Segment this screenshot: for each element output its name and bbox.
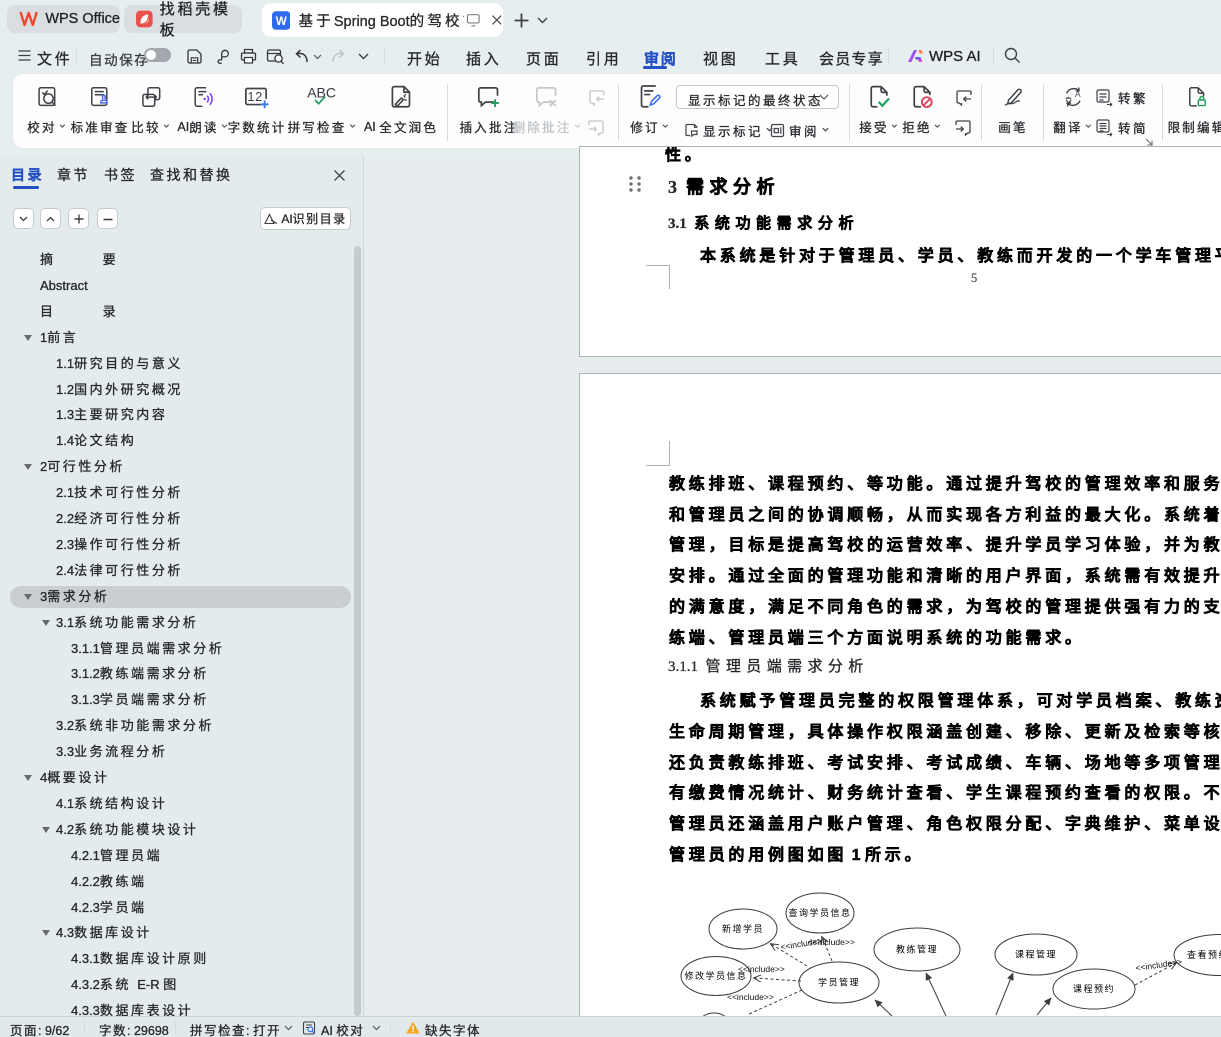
svg-text:ABC: ABC bbox=[308, 85, 337, 101]
svg-text:A: A bbox=[1075, 89, 1081, 99]
svg-text:查询学员信息: 查询学员信息 bbox=[788, 907, 851, 918]
svg-text:学员管理: 学员管理 bbox=[818, 977, 860, 988]
svg-text:12: 12 bbox=[248, 89, 263, 104]
svg-text:W: W bbox=[276, 14, 287, 27]
svg-text:查看预约: 查看预约 bbox=[1187, 949, 1221, 960]
svg-text:课程管理: 课程管理 bbox=[1015, 949, 1057, 960]
svg-text:<<include>>: <<include>> bbox=[727, 992, 774, 1002]
svg-text:教练管理: 教练管理 bbox=[896, 944, 938, 955]
svg-text:<<include>>: <<include>> bbox=[808, 937, 855, 947]
svg-text:<<include>>: <<include>> bbox=[738, 964, 785, 974]
svg-text:新增学员: 新增学员 bbox=[722, 923, 764, 934]
svg-text:课程预约: 课程预约 bbox=[1073, 983, 1115, 994]
svg-text:<<include>>: <<include>> bbox=[1135, 957, 1183, 973]
